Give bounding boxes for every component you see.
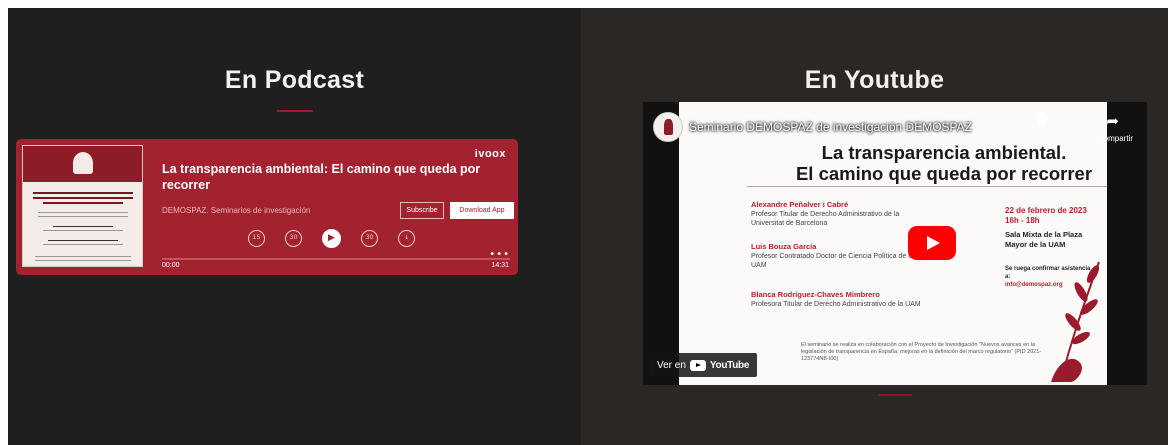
slide-headline: La transparencia ambiental. El camino qu… [781,142,1107,184]
video-thumbnail[interactable]: La transparencia ambiental. El camino qu… [679,102,1107,385]
watch-later-icon[interactable] [1036,112,1048,124]
cover-text-line [48,240,118,241]
cover-text-line [43,244,123,245]
cover-text-line [53,226,113,227]
episode-title[interactable]: La transparencia ambiental: El camino qu… [162,161,482,193]
watch-on-label: Ver en [657,359,686,371]
slide-headline-line1: La transparencia ambiental. [821,142,1067,163]
forward-30-icon[interactable]: 30 [361,229,378,247]
cover-text-line [43,230,123,231]
podcast-section-title: En Podcast [224,66,365,94]
youtube-play-button[interactable] [908,226,956,260]
rewind-15-icon[interactable]: 15 [248,229,265,247]
channel-avatar[interactable] [653,112,683,142]
event-date: 22 de febrero de 2023 16h - 18h [1005,206,1087,226]
cover-logo [73,152,93,174]
cover-text-line [33,197,133,199]
speaker-role: Profesora Titular de Derecho Administrat… [751,301,921,308]
youtube-section-underline [878,394,912,396]
share-icon[interactable]: ➦ [1106,112,1119,130]
download-app-button[interactable]: Download App [450,202,514,219]
play-icon[interactable]: ▶ [322,228,341,248]
cover-text-line [43,202,123,204]
youtube-section: En Youtube La transparencia ambiental. E… [581,8,1168,445]
youtube-embed[interactable]: La transparencia ambiental. El camino qu… [643,102,1147,385]
event-date-time: 16h - 18h [1005,216,1040,225]
speaker-name: Alexandre Peñalver i Cabré [751,200,849,209]
cover-text-line [35,260,131,261]
cover-text-line [38,216,128,217]
event-place: Sala Mixta de la Plaza Mayor de la UAM [1005,230,1083,249]
download-icon[interactable]: ↓ [398,229,415,247]
slide-headline-line2: El camino que queda por recorrer [795,163,1093,184]
podcast-section: En Podcast ivoox La transparencia ambien… [8,8,581,445]
cover-text-line [35,256,131,257]
youtube-wordmark: YouTube [709,359,750,371]
watch-on-youtube-button[interactable]: Ver en YouTube [649,353,758,377]
episode-author[interactable]: DEMOSPAZ. Seminarios de investigación [162,206,310,215]
channel-logo-icon [664,119,673,135]
progress-bar[interactable] [162,258,510,260]
podcast-player: ivoox La transparencia ambiental: El cam… [16,139,518,275]
page: En Podcast ivoox La transparencia ambien… [0,0,1168,445]
time-elapsed: 00:00 [162,262,180,269]
event-date-day: 22 de febrero de 2023 [1005,206,1087,215]
episode-cover-image[interactable] [22,145,143,267]
olive-branch-icon [1051,261,1100,382]
speaker-role: Profesor Contratado Doctor de Ciencia Po… [751,253,914,269]
youtube-logo-icon [689,359,706,371]
video-title[interactable]: Seminario DEMOSPAZ de investigación DEMO… [689,120,972,134]
slide-footer-note: El seminario se realiza en colaboración … [801,342,1042,362]
youtube-section-title: En Youtube [804,66,945,94]
share-label[interactable]: Compartir [1098,134,1133,143]
speaker-name: Blanca Rodríguez-Chaves Mimbrero [751,290,880,299]
slide-divider [747,186,1107,187]
podcast-title-underline [276,110,313,112]
cover-header-band [23,146,142,182]
playback-controls: 15 30 ▶ 30 ↓ [248,228,415,248]
rewind-30-icon[interactable]: 30 [285,229,302,247]
subscribe-button[interactable]: Subscribe [400,202,444,219]
cover-text-line [38,212,128,213]
cover-text-line [33,192,133,194]
time-total: 14:31 [491,262,509,269]
speaker-role: Profesor Titular de Derecho Administrati… [751,211,900,227]
speaker-name: Luis Bouza García [751,242,817,251]
ivoox-logo[interactable]: ivoox [475,148,506,160]
